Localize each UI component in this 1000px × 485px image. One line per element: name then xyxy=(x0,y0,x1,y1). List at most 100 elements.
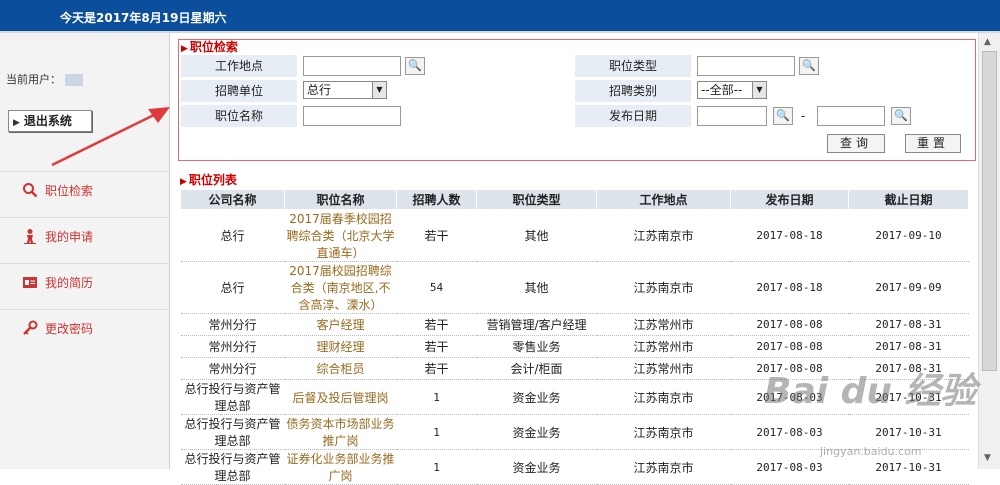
triangle-icon: ▶ xyxy=(13,118,20,128)
location-cell: 江苏常州市 xyxy=(596,335,731,358)
scroll-down-icon[interactable]: ▼ xyxy=(984,453,991,463)
sidebar-item-label: 我的简历 xyxy=(45,276,94,290)
job-title-link[interactable]: 理财经理 xyxy=(284,335,397,358)
person-icon xyxy=(24,229,36,244)
recruit-unit-label: 招聘单位 xyxy=(181,80,297,102)
job-type-cell: 资金业务 xyxy=(476,414,597,450)
job-type-cell: 资金业务 xyxy=(476,449,597,485)
job-type-lookup-button[interactable]: 🔍 xyxy=(799,57,819,75)
sidebar-item-label: 更改密码 xyxy=(45,322,94,336)
sidebar-item-change-password[interactable]: 更改密码 xyxy=(0,309,170,355)
publish-date-cell: 2017-08-18 xyxy=(730,261,849,314)
annotation-arrow xyxy=(51,107,170,167)
job-type-cell: 零售业务 xyxy=(476,335,597,358)
publish-date-end-input[interactable] xyxy=(817,106,885,126)
username-redacted xyxy=(65,74,83,86)
recruit-category-value: --全部-- xyxy=(701,83,743,97)
job-title-link[interactable]: 债务资本市场部业务推广岗 xyxy=(284,414,397,450)
company-cell: 总行投行与资产管理总部 xyxy=(180,449,285,485)
sidebar-item-my-applications[interactable]: 我的申请 xyxy=(0,217,170,263)
sidebar-item-my-resume[interactable]: 我的简历 xyxy=(0,263,170,309)
chevron-down-icon: ▼ xyxy=(752,82,766,98)
list-section-title: ▶ 职位列表 xyxy=(180,173,237,187)
location-cell: 江苏南京市 xyxy=(596,261,731,314)
watermark-url: jingyan.baidu.com xyxy=(820,445,922,458)
company-cell: 常州分行 xyxy=(180,313,285,336)
work-location-lookup-button[interactable]: 🔍 xyxy=(405,57,425,75)
recruit-unit-value: 总行 xyxy=(307,83,332,97)
headcount-cell: 若干 xyxy=(396,335,477,358)
sidebar-item-label: 我的申请 xyxy=(45,230,94,244)
company-cell: 总行投行与资产管理总部 xyxy=(180,379,285,415)
table-row: 总行 2017届校园招聘综合类（南京地区,不含高淳、溧水） 54 其他 江苏南京… xyxy=(180,261,969,314)
deadline-cell: 2017-08-31 xyxy=(848,313,969,336)
job-title-link[interactable]: 客户经理 xyxy=(284,313,397,336)
table-row: 常州分行 理财经理 若干 零售业务 江苏常州市 2017-08-08 2017-… xyxy=(180,335,969,358)
current-user-label: 当前用户： xyxy=(6,73,61,86)
watermark-logo: Bai du 经验 xyxy=(764,371,977,412)
company-cell: 总行 xyxy=(180,209,285,262)
job-type-input[interactable] xyxy=(697,56,795,76)
reset-button[interactable]: 重置 xyxy=(905,134,961,153)
company-cell: 常州分行 xyxy=(180,335,285,358)
deadline-cell: 2017-09-09 xyxy=(848,261,969,314)
job-title-link[interactable]: 2017届春季校园招聘综合类（北京大学直通车） xyxy=(284,209,397,262)
location-cell: 江苏南京市 xyxy=(596,209,731,262)
job-type-cell: 其他 xyxy=(476,261,597,314)
column-header: 职位名称 xyxy=(284,189,397,210)
search-icon xyxy=(23,183,38,198)
recruit-category-label: 招聘类别 xyxy=(575,80,691,102)
job-title-link[interactable]: 后督及投后管理岗 xyxy=(284,379,397,415)
deadline-cell: 2017-09-10 xyxy=(848,209,969,262)
publish-date-cell: 2017-08-18 xyxy=(730,209,849,262)
start-date-picker-button[interactable]: 🔍 xyxy=(773,107,793,125)
publish-date-label: 发布日期 xyxy=(575,105,691,127)
recruit-category-select[interactable]: --全部-- ▼ xyxy=(697,81,767,99)
job-name-input[interactable] xyxy=(303,106,401,126)
publish-date-start-input[interactable] xyxy=(697,106,767,126)
deadline-cell: 2017-08-31 xyxy=(848,335,969,358)
job-type-cell: 资金业务 xyxy=(476,379,597,415)
headcount-cell: 54 xyxy=(396,261,477,314)
column-header: 招聘人数 xyxy=(396,189,477,210)
scroll-up-icon[interactable]: ▲ xyxy=(984,37,991,47)
publish-date-cell: 2017-08-08 xyxy=(730,313,849,336)
location-cell: 江苏常州市 xyxy=(596,313,731,336)
current-user: 当前用户： xyxy=(6,71,83,87)
end-date-picker-button[interactable]: 🔍 xyxy=(891,107,911,125)
table-row: 总行 2017届春季校园招聘综合类（北京大学直通车） 若干 其他 江苏南京市 2… xyxy=(180,209,969,262)
publish-date-cell: 2017-08-08 xyxy=(730,335,849,358)
column-header: 工作地点 xyxy=(596,189,731,210)
key-icon xyxy=(23,320,38,335)
chevron-down-icon: ▼ xyxy=(372,82,386,98)
column-header: 截止日期 xyxy=(848,189,969,210)
location-cell: 江苏南京市 xyxy=(596,414,731,450)
job-list-table: 公司名称 职位名称 招聘人数 职位类型 工作地点 发布日期 截止日期 总行 20… xyxy=(180,189,969,485)
query-button[interactable]: 查询 xyxy=(827,134,885,153)
sidebar-item-job-search[interactable]: 职位检索 xyxy=(0,171,170,217)
location-cell: 江苏南京市 xyxy=(596,379,731,415)
headcount-cell: 1 xyxy=(396,414,477,450)
location-cell: 江苏南京市 xyxy=(596,449,731,485)
column-header: 发布日期 xyxy=(730,189,849,210)
job-title-link[interactable]: 证券化业务部业务推广岗 xyxy=(284,449,397,485)
job-type-cell: 营销管理/客户经理 xyxy=(476,313,597,336)
company-cell: 总行 xyxy=(180,261,285,314)
resume-icon xyxy=(23,277,37,288)
job-type-cell: 其他 xyxy=(476,209,597,262)
recruit-unit-select[interactable]: 总行 ▼ xyxy=(303,81,387,99)
table-row: 常州分行 客户经理 若干 营销管理/客户经理 江苏常州市 2017-08-08 … xyxy=(180,313,969,336)
table-header-row: 公司名称 职位名称 招聘人数 职位类型 工作地点 发布日期 截止日期 xyxy=(180,189,969,210)
work-location-input[interactable] xyxy=(303,56,401,76)
headcount-cell: 若干 xyxy=(396,313,477,336)
job-title-link[interactable]: 综合柜员 xyxy=(284,357,397,380)
job-name-label: 职位名称 xyxy=(181,105,297,127)
date-separator: - xyxy=(801,109,806,123)
triangle-icon: ▶ xyxy=(181,44,188,54)
top-banner: 今天是2017年8月19日星期六 xyxy=(0,0,1000,33)
work-location-label: 工作地点 xyxy=(181,55,297,77)
job-title-link[interactable]: 2017届校园招聘综合类（南京地区,不含高淳、溧水） xyxy=(284,261,397,314)
column-header: 职位类型 xyxy=(476,189,597,210)
vertical-scrollbar[interactable]: ▲ ▼ xyxy=(978,33,1000,469)
scrollbar-thumb[interactable] xyxy=(982,51,997,371)
